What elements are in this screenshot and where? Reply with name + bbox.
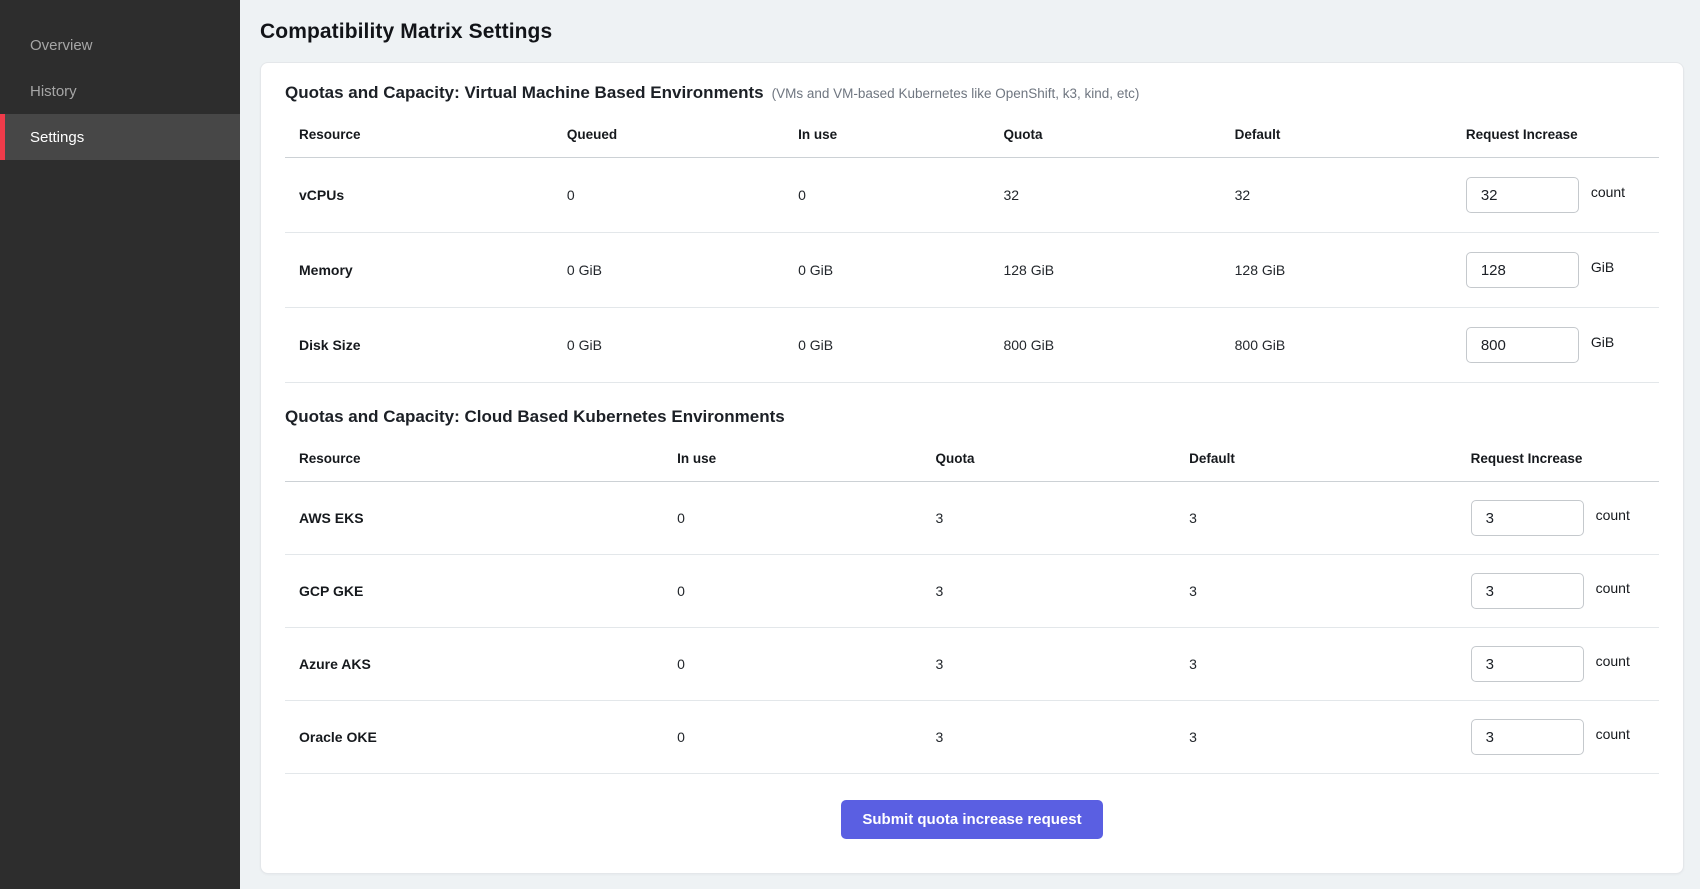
resource-name: Oracle OKE	[299, 729, 677, 745]
request-increase-input-memory[interactable]	[1466, 252, 1579, 288]
resource-name: vCPUs	[299, 187, 567, 203]
table-row-disk-size: Disk Size 0 GiB 0 GiB 800 GiB 800 GiB Gi…	[285, 308, 1659, 383]
vm-table-header: Resource Queued In use Quota Default Req…	[285, 123, 1659, 158]
page-title: Compatibility Matrix Settings	[260, 20, 1684, 44]
resource-name: Disk Size	[299, 337, 567, 353]
request-increase-cell: count	[1471, 719, 1659, 755]
in-use-value: 0	[677, 729, 935, 745]
default-value: 128 GiB	[1235, 262, 1466, 278]
cloud-section-title: Quotas and Capacity: Cloud Based Kuberne…	[285, 407, 785, 427]
cloud-section-header: Quotas and Capacity: Cloud Based Kuberne…	[285, 407, 1659, 427]
column-header-quota: Quota	[935, 451, 1189, 466]
table-row-memory: Memory 0 GiB 0 GiB 128 GiB 128 GiB GiB	[285, 233, 1659, 308]
in-use-value: 0	[677, 656, 935, 672]
request-increase-input-vcpus[interactable]	[1466, 177, 1579, 213]
request-increase-cell: count	[1466, 177, 1659, 213]
column-header-request-increase: Request Increase	[1471, 451, 1659, 466]
column-header-queued: Queued	[567, 127, 798, 142]
table-row-gcp-gke: GCP GKE 0 3 3 count	[285, 555, 1659, 628]
request-increase-cell: count	[1471, 573, 1659, 609]
quota-value: 32	[1003, 187, 1234, 203]
column-header-resource: Resource	[299, 127, 567, 142]
column-header-quota: Quota	[1003, 127, 1234, 142]
unit-label: count	[1591, 184, 1625, 200]
resource-name: AWS EKS	[299, 510, 677, 526]
in-use-value: 0	[677, 510, 935, 526]
resource-name: Azure AKS	[299, 656, 677, 672]
in-use-value: 0	[677, 583, 935, 599]
request-increase-input-gcp-gke[interactable]	[1471, 573, 1584, 609]
default-value: 3	[1189, 510, 1471, 526]
column-header-default: Default	[1189, 451, 1471, 466]
app-window: Overview History Settings Compatibility …	[0, 0, 1700, 889]
card-footer: Submit quota increase request	[285, 800, 1659, 839]
column-header-resource: Resource	[299, 451, 677, 466]
table-row-oracle-oke: Oracle OKE 0 3 3 count	[285, 701, 1659, 774]
request-increase-input-oracle-oke[interactable]	[1471, 719, 1584, 755]
unit-label: GiB	[1591, 259, 1614, 275]
default-value: 3	[1189, 656, 1471, 672]
column-header-default: Default	[1235, 127, 1466, 142]
unit-label: count	[1596, 653, 1630, 669]
request-increase-input-aws-eks[interactable]	[1471, 500, 1584, 536]
quota-value: 128 GiB	[1003, 262, 1234, 278]
vm-section-title: Quotas and Capacity: Virtual Machine Bas…	[285, 83, 764, 103]
unit-label: GiB	[1591, 334, 1614, 350]
table-row-vcpus: vCPUs 0 0 32 32 count	[285, 158, 1659, 233]
table-row-azure-aks: Azure AKS 0 3 3 count	[285, 628, 1659, 701]
resource-name: Memory	[299, 262, 567, 278]
column-header-in-use: In use	[677, 451, 935, 466]
submit-quota-request-button[interactable]: Submit quota increase request	[841, 800, 1102, 839]
default-value: 3	[1189, 583, 1471, 599]
quota-value: 3	[935, 729, 1189, 745]
sidebar-item-overview[interactable]: Overview	[0, 22, 240, 68]
sidebar-item-settings[interactable]: Settings	[0, 114, 240, 160]
sidebar: Overview History Settings	[0, 0, 240, 889]
unit-label: count	[1596, 726, 1630, 742]
resource-name: GCP GKE	[299, 583, 677, 599]
default-value: 32	[1235, 187, 1466, 203]
vm-section-subtitle: (VMs and VM-based Kubernetes like OpenSh…	[772, 86, 1140, 101]
cloud-table-header: Resource In use Quota Default Request In…	[285, 447, 1659, 482]
request-increase-cell: count	[1471, 646, 1659, 682]
sidebar-item-history[interactable]: History	[0, 68, 240, 114]
quotas-card: Quotas and Capacity: Virtual Machine Bas…	[260, 62, 1684, 874]
default-value: 800 GiB	[1235, 337, 1466, 353]
quota-value: 3	[935, 656, 1189, 672]
queued-value: 0	[567, 187, 798, 203]
in-use-value: 0	[798, 187, 1003, 203]
request-increase-cell: count	[1471, 500, 1659, 536]
in-use-value: 0 GiB	[798, 262, 1003, 278]
request-increase-input-azure-aks[interactable]	[1471, 646, 1584, 682]
queued-value: 0 GiB	[567, 337, 798, 353]
request-increase-input-disk-size[interactable]	[1466, 327, 1579, 363]
column-header-request-increase: Request Increase	[1466, 127, 1659, 142]
quota-value: 3	[935, 583, 1189, 599]
default-value: 3	[1189, 729, 1471, 745]
main-content: Compatibility Matrix Settings Quotas and…	[240, 0, 1700, 889]
unit-label: count	[1596, 580, 1630, 596]
request-increase-cell: GiB	[1466, 327, 1659, 363]
unit-label: count	[1596, 507, 1630, 523]
table-row-aws-eks: AWS EKS 0 3 3 count	[285, 482, 1659, 555]
vm-section-header: Quotas and Capacity: Virtual Machine Bas…	[285, 83, 1659, 103]
request-increase-cell: GiB	[1466, 252, 1659, 288]
in-use-value: 0 GiB	[798, 337, 1003, 353]
column-header-in-use: In use	[798, 127, 1003, 142]
queued-value: 0 GiB	[567, 262, 798, 278]
quota-value: 3	[935, 510, 1189, 526]
quota-value: 800 GiB	[1003, 337, 1234, 353]
